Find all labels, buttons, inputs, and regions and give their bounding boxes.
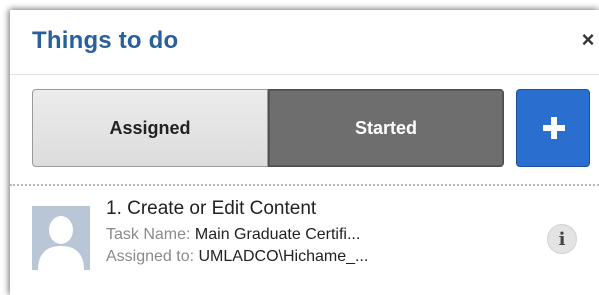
add-task-button[interactable] [516,89,590,167]
assigned-to-label: Assigned to: [106,248,199,265]
task-title: 1. Create or Edit Content [106,198,317,219]
info-icon[interactable]: i [547,224,577,254]
task-list-item[interactable]: 1. Create or Edit Content Task Name: Mai… [10,190,599,295]
panel-title: Things to do [32,27,179,54]
tab-assigned[interactable]: Assigned [32,89,268,167]
assigned-to-row: Assigned to: UMLADCO\Hichame_... [106,248,486,266]
close-button[interactable]: × [577,28,599,52]
user-avatar-icon [32,206,90,270]
task-name-label: Task Name: [106,226,195,243]
assigned-to-value: UMLADCO\Hichame_... [198,248,369,265]
tab-started[interactable]: Started [268,89,504,167]
task-name-row: Task Name: Main Graduate Certifi... [106,226,486,244]
tab-bar: Assigned Started [10,74,599,184]
task-name-value: Main Graduate Certifi... [194,226,361,243]
things-to-do-panel: Things to do × Assigned Started 1. Creat… [10,10,599,295]
panel-header: Things to do × [10,10,599,75]
list-divider [10,184,599,186]
